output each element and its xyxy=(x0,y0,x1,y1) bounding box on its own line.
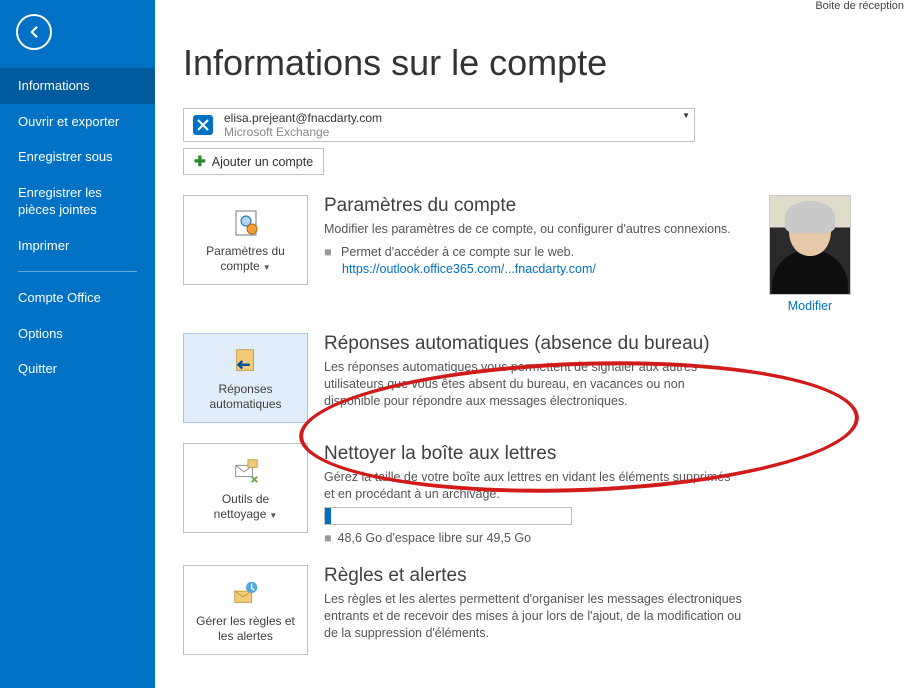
arrow-left-icon xyxy=(25,23,43,41)
auto-replies-icon xyxy=(229,344,263,378)
account-settings-icon xyxy=(229,206,263,240)
account-settings-title: Paramètres du compte xyxy=(324,195,744,217)
sidebar-item-imprimer[interactable]: Imprimer xyxy=(0,228,155,264)
storage-text: 48,6 Go d'espace libre sur 49,5 Go xyxy=(338,531,531,545)
chevron-down-icon[interactable]: ▼ xyxy=(682,111,690,120)
plus-icon: ✚ xyxy=(194,153,206,170)
sidebar-item-enregistrer-sous[interactable]: Enregistrer sous xyxy=(0,139,155,175)
sidebar-item-compte-office[interactable]: Compte Office xyxy=(0,280,155,316)
account-settings-label: Paramètres du compte xyxy=(206,244,285,273)
auto-replies-title: Réponses automatiques (absence du bureau… xyxy=(324,333,744,355)
back-button[interactable] xyxy=(16,14,52,50)
account-settings-button[interactable]: Paramètres du compte▼ xyxy=(183,195,308,285)
rules-alerts-button[interactable]: Gérer les règles et les alertes xyxy=(183,565,308,655)
sidebar-item-enregistrer-pj[interactable]: Enregistrer les pièces jointes xyxy=(0,175,155,228)
cleanup-title: Nettoyer la boîte aux lettres xyxy=(324,443,744,465)
page-title: Informations sur le compte xyxy=(183,42,898,84)
chevron-down-icon: ▼ xyxy=(263,263,271,272)
cleanup-tools-button[interactable]: Outils de nettoyage▼ xyxy=(183,443,308,533)
account-web-bullet: Permet d'accéder à ce compte sur le web. xyxy=(341,245,574,259)
rules-alerts-icon xyxy=(229,576,263,610)
folder-label: Boite de réception xyxy=(815,0,904,12)
rules-alerts-label: Gérer les règles et les alertes xyxy=(190,614,301,644)
account-web-link[interactable]: https://outlook.office365.com/...fnacdar… xyxy=(342,262,596,276)
exchange-icon xyxy=(190,112,216,138)
sidebar-item-options[interactable]: Options xyxy=(0,316,155,352)
add-account-label: Ajouter un compte xyxy=(212,155,313,169)
sidebar-item-quitter[interactable]: Quitter xyxy=(0,351,155,387)
chevron-down-icon: ▼ xyxy=(269,511,277,520)
auto-replies-button[interactable]: Réponses automatiques xyxy=(183,333,308,423)
auto-replies-label: Réponses automatiques xyxy=(190,382,301,412)
add-account-button[interactable]: ✚ Ajouter un compte xyxy=(183,148,324,175)
sidebar-divider xyxy=(18,271,137,272)
cleanup-tools-label: Outils de nettoyage xyxy=(214,492,270,521)
avatar xyxy=(769,195,851,295)
account-type: Microsoft Exchange xyxy=(224,125,382,139)
cleanup-desc: Gérez la taille de votre boîte aux lettr… xyxy=(324,469,744,503)
cleanup-tools-icon xyxy=(229,454,263,488)
content-area: Boite de réception Informations sur le c… xyxy=(155,0,918,688)
bullet-icon: ■ xyxy=(324,245,332,259)
account-selector[interactable]: elisa.prejeant@fnacdarty.com Microsoft E… xyxy=(183,108,695,142)
bullet-icon: ■ xyxy=(324,531,332,545)
storage-bar xyxy=(324,507,572,525)
account-email: elisa.prejeant@fnacdarty.com xyxy=(224,111,382,125)
account-settings-desc: Modifier les paramètres de ce compte, ou… xyxy=(324,221,744,238)
sidebar-item-ouvrir-exporter[interactable]: Ouvrir et exporter xyxy=(0,104,155,140)
avatar-modify-link[interactable]: Modifier xyxy=(760,299,860,313)
sidebar-item-informations[interactable]: Informations xyxy=(0,68,155,104)
rules-desc: Les règles et les alertes permettent d'o… xyxy=(324,591,744,642)
rules-title: Règles et alertes xyxy=(324,565,744,587)
auto-replies-desc: Les réponses automatiques vous permetten… xyxy=(324,359,744,410)
sidebar: Informations Ouvrir et exporter Enregist… xyxy=(0,0,155,688)
